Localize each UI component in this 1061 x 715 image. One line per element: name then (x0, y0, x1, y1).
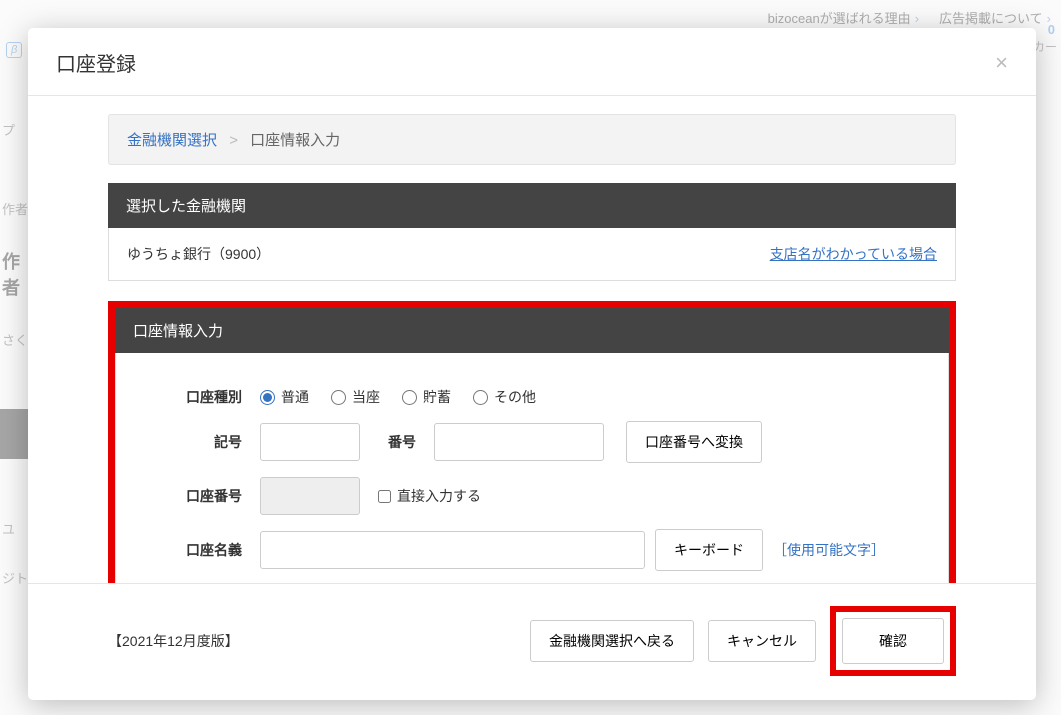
allowed-characters-link[interactable]: ［使用可能文字］ (773, 540, 885, 560)
account-info-header: 口座情報入力 (115, 308, 949, 353)
confirm-button[interactable]: 確認 (842, 618, 944, 664)
breadcrumb: 金融機関選択 > 口座情報入力 (108, 114, 956, 165)
chevron-right-icon: > (229, 132, 238, 149)
label-account-number: 口座番号 (130, 486, 260, 506)
selected-institution-header: 選択した金融機関 (108, 183, 956, 228)
branch-name-known-link[interactable]: 支店名がわかっている場合 (770, 244, 937, 264)
radio-futsuu[interactable]: 普通 (260, 387, 309, 407)
account-name-input[interactable] (260, 531, 645, 569)
confirm-highlight-box: 確認 (830, 606, 956, 676)
label-symbol: 記号 (130, 432, 260, 452)
modal-title: 口座登録 (56, 48, 136, 77)
keyboard-button[interactable]: キーボード (655, 529, 763, 571)
breadcrumb-step-account-info: 口座情報入力 (250, 132, 340, 149)
symbol-input[interactable] (260, 423, 360, 461)
number-input[interactable] (434, 423, 604, 461)
breadcrumb-step-institution[interactable]: 金融機関選択 (127, 132, 217, 149)
label-account-type: 口座種別 (130, 387, 260, 407)
version-label: 【2021年12月度版】 (108, 631, 239, 651)
close-icon[interactable]: × (995, 52, 1008, 74)
account-type-radio-group: 普通 当座 貯蓄 その他 (260, 387, 536, 407)
radio-chochiku[interactable]: 貯蓄 (402, 387, 451, 407)
label-number: 番号 (388, 432, 416, 452)
account-registration-modal: 口座登録 × 金融機関選択 > 口座情報入力 選択した金融機関 ゆうちょ銀行（9… (28, 28, 1036, 700)
account-number-input (260, 477, 360, 515)
radio-touza[interactable]: 当座 (331, 387, 380, 407)
direct-input-checkbox[interactable]: 直接入力する (378, 486, 481, 506)
cancel-button[interactable]: キャンセル (708, 620, 816, 662)
label-account-name: 口座名義 (130, 540, 260, 560)
selected-institution-value: ゆうちょ銀行（9900） (127, 244, 270, 264)
back-to-institution-button[interactable]: 金融機関選択へ戻る (530, 620, 694, 662)
radio-sonota[interactable]: その他 (473, 387, 536, 407)
account-info-highlight-box: 口座情報入力 口座種別 普通 当座 貯蓄 その他 記号 (108, 301, 956, 583)
convert-to-account-number-button[interactable]: 口座番号へ変換 (626, 421, 762, 463)
